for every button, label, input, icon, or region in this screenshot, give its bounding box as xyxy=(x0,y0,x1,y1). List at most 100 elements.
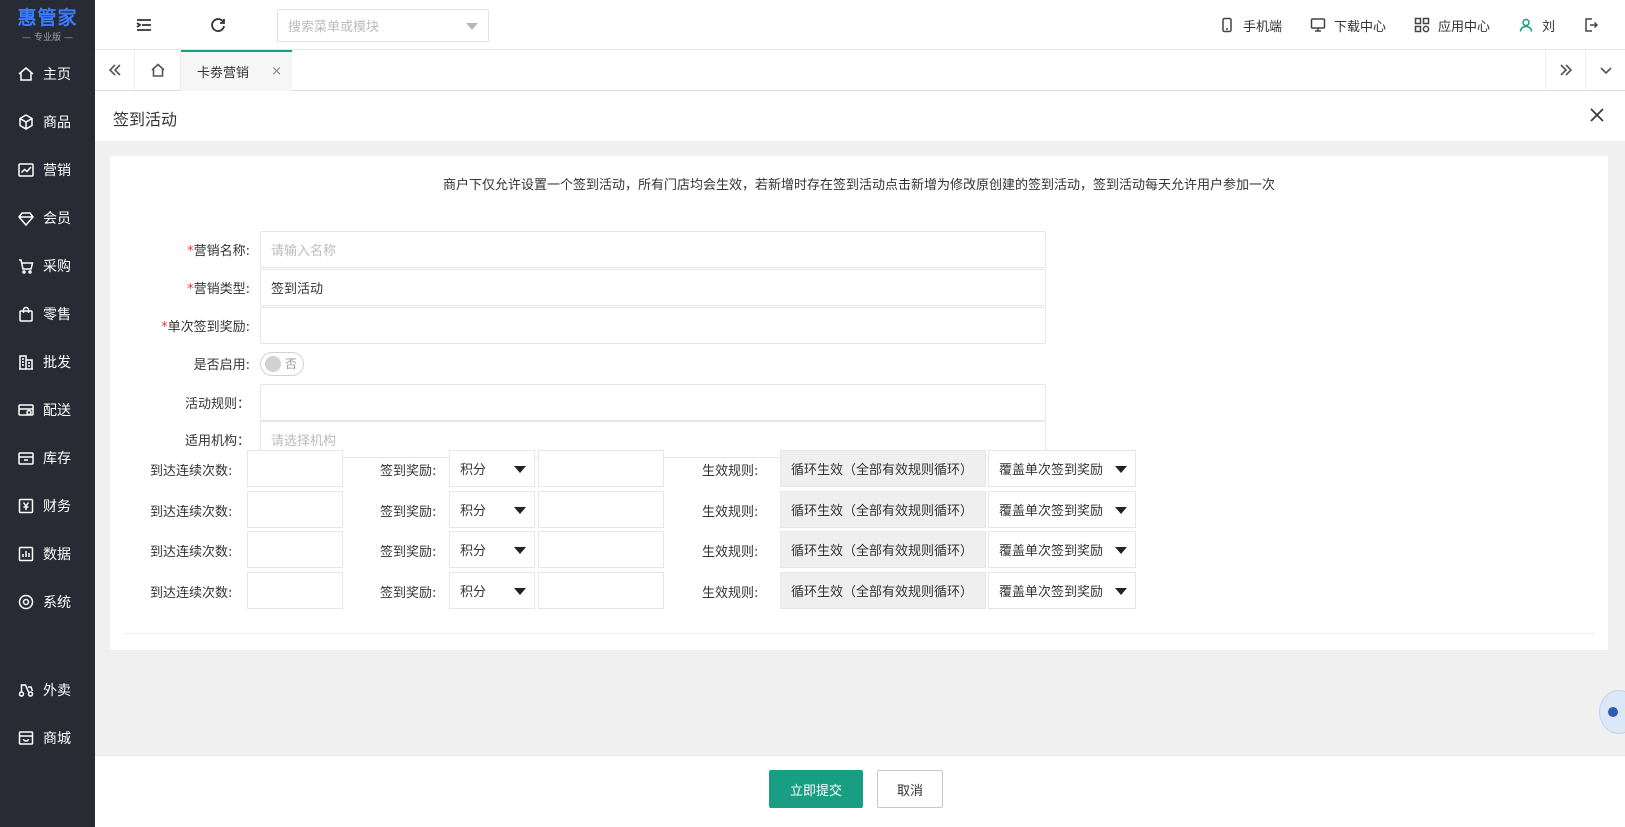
user-menu[interactable]: 刘 xyxy=(1518,16,1555,35)
dialog-footer: 立即提交 取消 xyxy=(95,755,1625,827)
reward-amount-input[interactable] xyxy=(538,571,664,609)
refresh-icon xyxy=(211,18,225,32)
sidebar-item-home[interactable]: 主页 xyxy=(0,50,95,98)
chevron-down-icon xyxy=(466,23,478,30)
reward-input[interactable] xyxy=(260,307,1046,344)
consecutive-days-input[interactable] xyxy=(247,490,343,528)
close-icon[interactable]: × xyxy=(271,64,282,79)
reward-type-select[interactable]: 积分 xyxy=(449,531,535,568)
sidebar-item-building[interactable]: 批发 xyxy=(0,338,95,386)
logo[interactable]: 惠管家 — 专业版 — xyxy=(0,0,95,50)
assistant-float-button[interactable] xyxy=(1599,690,1625,734)
logout-button[interactable] xyxy=(1583,17,1607,33)
chevron-down-icon xyxy=(1599,67,1612,75)
sidebar-item-yen[interactable]: 财务 xyxy=(0,482,95,530)
sidebar-item-truck[interactable]: 配送 xyxy=(0,386,95,434)
sidebar-item-label: 商城 xyxy=(43,731,71,747)
warehouse-icon xyxy=(17,449,35,467)
search-input[interactable]: 搜索菜单或模块 xyxy=(277,9,489,42)
sidebar-item-label: 系统 xyxy=(43,595,71,611)
sidebar: 惠管家 — 专业版 — 主页商品营销会员 采购 零售批发配送 库存财务数据系统 外卖商… xyxy=(0,0,95,827)
tab-label: 卡劵营销 xyxy=(197,66,250,81)
reward-row: *单次签到奖励: xyxy=(110,307,1046,344)
home-icon xyxy=(17,65,35,83)
sidebar-item-cart[interactable]: 采购 xyxy=(0,242,95,290)
name-input[interactable]: 请输入名称 xyxy=(260,231,1046,268)
chart-icon xyxy=(17,161,35,179)
effect-rule-value: 循环生效（全部有效规则循环） xyxy=(780,450,986,487)
submit-button[interactable]: 立即提交 xyxy=(769,770,863,808)
dropdown-arrow-icon xyxy=(1115,466,1127,473)
divider xyxy=(124,633,1594,634)
cover-reward-select[interactable]: 覆盖单次签到奖励 xyxy=(988,531,1136,568)
reward-type-select[interactable]: 积分 xyxy=(449,571,535,609)
sidebar-item-store[interactable]: 商城 xyxy=(0,714,95,762)
reward-amount-input[interactable] xyxy=(538,490,664,528)
home-icon xyxy=(150,63,165,77)
diamond-icon xyxy=(17,209,35,227)
name-row: *营销名称: 请输入名称 xyxy=(110,231,1046,268)
sidebar-item-delivery[interactable]: 外卖 xyxy=(0,666,95,714)
dropdown-arrow-icon xyxy=(514,587,526,595)
download-center-link[interactable]: 下载中心 xyxy=(1310,16,1386,35)
truck-icon xyxy=(17,401,35,419)
reward-amount-input[interactable] xyxy=(538,450,664,487)
sidebar-item-settings[interactable]: 系统 xyxy=(0,578,95,626)
monitor-icon xyxy=(1310,18,1326,32)
tab-home[interactable] xyxy=(135,50,181,90)
reward-type-select[interactable]: 积分 xyxy=(449,490,535,528)
reward-rule-row: 到达连续次数: 签到奖励: 积分 生效规则: 循环生效（全部有效规则循环） 覆盖单次签到奖… xyxy=(110,450,1310,487)
rules-row: 活动规则： xyxy=(110,384,1046,421)
effect-rule-value: 循环生效（全部有效规则循环） xyxy=(780,571,986,609)
consecutive-days-input[interactable] xyxy=(247,531,343,568)
bar-chart-icon xyxy=(17,545,35,563)
enable-label: 是否启用: xyxy=(193,358,250,373)
apps-label: 应用中心 xyxy=(1437,19,1490,35)
tab-scroll-right-button[interactable] xyxy=(1545,50,1585,90)
refresh-button[interactable] xyxy=(207,14,229,36)
signin-reward-label: 签到奖励: xyxy=(380,464,437,479)
app-center-link[interactable]: 应用中心 xyxy=(1414,16,1490,35)
signin-reward-label: 签到奖励: xyxy=(380,585,437,601)
sidebar-item-warehouse[interactable]: 库存 xyxy=(0,434,95,482)
sidebar-item-label: 批发 xyxy=(43,355,71,371)
rules-input[interactable] xyxy=(260,384,1046,421)
dropdown-arrow-icon xyxy=(514,506,526,514)
cover-reward-select[interactable]: 覆盖单次签到奖励 xyxy=(988,571,1136,609)
sidebar-item-label: 主页 xyxy=(43,67,71,83)
dialog-title: 签到活动 xyxy=(113,110,178,129)
mobile-link[interactable]: 手机端 xyxy=(1219,16,1282,35)
cover-reward-select[interactable]: 覆盖单次签到奖励 xyxy=(988,450,1136,487)
consecutive-days-label: 到达连续次数: xyxy=(150,585,233,601)
cancel-button[interactable]: 取消 xyxy=(877,770,943,808)
effect-rule-value: 循环生效（全部有效规则循环） xyxy=(780,531,986,568)
reward-amount-input[interactable] xyxy=(538,531,664,568)
sidebar-item-chart[interactable]: 营销 xyxy=(0,146,95,194)
sidebar-item-diamond[interactable]: 会员 xyxy=(0,194,95,242)
consecutive-days-input[interactable] xyxy=(247,450,343,487)
consecutive-days-input[interactable] xyxy=(247,571,343,609)
sidebar-item-label: 营销 xyxy=(43,163,71,179)
double-chevron-left-icon xyxy=(108,64,121,76)
double-chevron-right-icon xyxy=(1559,64,1572,76)
dropdown-arrow-icon xyxy=(514,466,526,473)
signin-reward-label: 签到奖励: xyxy=(380,504,437,520)
sidebar-item-bar-chart[interactable]: 数据 xyxy=(0,530,95,578)
cover-reward-select[interactable]: 覆盖单次签到奖励 xyxy=(988,490,1136,528)
switch-state: 否 xyxy=(285,357,298,371)
menu-toggle-button[interactable] xyxy=(133,14,155,36)
sidebar-item-label: 数据 xyxy=(43,547,71,563)
search-placeholder: 搜索菜单或模块 xyxy=(288,20,380,35)
enable-switch[interactable]: 否 xyxy=(260,351,304,376)
tab-coupon-marketing[interactable]: 卡劵营销 × xyxy=(181,50,292,91)
dialog-close-button[interactable] xyxy=(1589,107,1605,123)
tab-scroll-left-button[interactable] xyxy=(95,50,135,90)
sidebar-item-bag[interactable]: 零售 xyxy=(0,290,95,338)
sidebar-item-label: 财务 xyxy=(43,499,71,515)
reward-type-select[interactable]: 积分 xyxy=(449,450,535,487)
type-input[interactable]: 签到活动 xyxy=(260,269,1046,306)
phone-icon xyxy=(1222,17,1232,33)
consecutive-days-label: 到达连续次数: xyxy=(150,545,233,560)
sidebar-item-cube[interactable]: 商品 xyxy=(0,98,95,146)
tab-menu-button[interactable] xyxy=(1585,50,1625,90)
